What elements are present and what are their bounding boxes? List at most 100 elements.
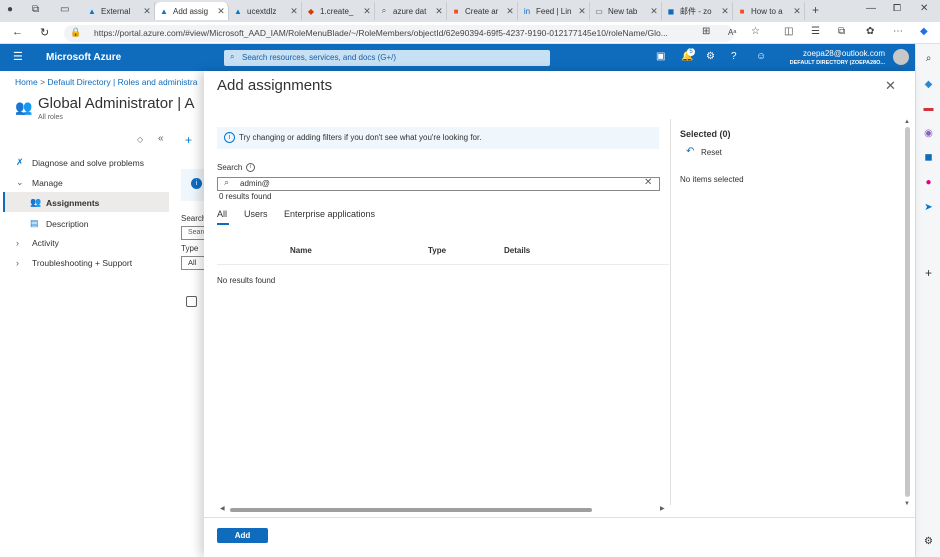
table-header-divider [217, 264, 669, 265]
outlook-icon[interactable]: ◼ [922, 151, 935, 164]
column-type[interactable]: Type [428, 246, 446, 255]
tab-actions-icon[interactable]: ▭ [60, 4, 69, 15]
vertical-scrollbar[interactable]: ▲ ▼ [903, 119, 912, 511]
browser-tab[interactable]: ■ Create ar ✕ [447, 2, 518, 20]
browser-tab[interactable]: in Feed | Lin ✕ [518, 2, 590, 20]
more-icon[interactable]: ⋯ [893, 26, 903, 37]
read-aloud-icon[interactable]: Aᵃ [728, 28, 736, 37]
minimize-icon[interactable]: — [866, 3, 876, 14]
workspaces-icon[interactable]: ⧉ [32, 4, 39, 15]
copilot-app-icon[interactable]: ◉ [922, 127, 935, 140]
url-field[interactable]: https://portal.azure.com/#view/Microsoft… [64, 25, 734, 42]
cloud-shell-icon[interactable]: ▣ [656, 51, 665, 62]
refresh-icon[interactable]: ↻ [40, 26, 49, 39]
nav-manage[interactable]: ⌄ Manage [16, 177, 63, 188]
nav-description[interactable]: ▤ Description [30, 218, 89, 229]
close-window-icon[interactable]: ✕ [920, 3, 928, 14]
close-tab-icon[interactable]: ✕ [142, 6, 152, 17]
avatar[interactable] [893, 49, 909, 65]
close-tab-icon[interactable]: ✕ [505, 6, 515, 17]
close-tab-icon[interactable]: ✕ [792, 6, 802, 17]
column-name[interactable]: Name [290, 246, 312, 255]
extensions-icon[interactable]: ✿ [866, 26, 874, 37]
chevron-right-icon: › [16, 258, 19, 268]
toolbox-icon[interactable]: ▬ [922, 102, 935, 115]
scroll-left-icon[interactable]: ◀ [220, 505, 225, 512]
sidebar-search-icon[interactable]: ⌕ [922, 52, 935, 65]
split-screen-icon[interactable]: ◫ [784, 26, 793, 37]
info-circle-icon[interactable]: i [246, 163, 255, 172]
select-all-checkbox[interactable] [186, 296, 197, 307]
search-label-partial: Search [181, 214, 207, 223]
close-tab-icon[interactable]: ✕ [362, 6, 372, 17]
send-icon[interactable]: ➤ [922, 201, 935, 214]
collapse-icon[interactable]: ◇ [137, 135, 143, 144]
azure-icon: ▲ [88, 6, 96, 16]
portal-menu-icon[interactable]: ☰ [13, 50, 23, 63]
nav-label: Manage [32, 177, 63, 188]
column-details[interactable]: Details [504, 246, 530, 255]
add-plus-icon[interactable]: + [185, 133, 192, 147]
close-icon[interactable]: ✕ [885, 78, 896, 94]
reset-button[interactable]: Reset [701, 148, 722, 157]
breadcrumb-roles[interactable]: Default Directory | Roles and administra [47, 77, 197, 87]
restore-icon[interactable]: ⧠ [893, 3, 901, 14]
tab-all[interactable]: All [217, 209, 227, 219]
browser-tab[interactable]: ◆ 1.create_ ✕ [302, 2, 375, 20]
sidebar-settings-icon[interactable]: ⚙ [922, 535, 935, 548]
browser-tab[interactable]: ■ How to a ✕ [733, 2, 805, 20]
scrollbar-thumb[interactable] [905, 127, 910, 497]
browser-tab[interactable]: ▲ Add assig ✕ [155, 2, 229, 20]
close-tab-icon[interactable]: ✕ [577, 6, 587, 17]
search-input-partial[interactable]: Searc [181, 226, 204, 240]
global-search-input[interactable]: Search resources, services, and docs (G+… [224, 50, 550, 66]
add-app-icon[interactable]: + [922, 267, 935, 280]
close-tab-icon[interactable]: ✕ [720, 6, 730, 17]
breadcrumb: Home > Default Directory | Roles and adm… [15, 77, 198, 87]
azure-brand[interactable]: Microsoft Azure [46, 52, 121, 63]
close-tab-icon[interactable]: ✕ [216, 6, 226, 17]
hscrollbar-thumb[interactable] [230, 508, 592, 512]
browser-tab[interactable]: ◼ 邮件 - zo ✕ [662, 2, 733, 20]
scroll-up-icon[interactable]: ▲ [904, 119, 910, 125]
tag-icon[interactable]: ◆ [922, 78, 935, 91]
scroll-down-icon[interactable]: ▼ [904, 501, 910, 507]
type-filter-partial[interactable]: All [181, 256, 204, 270]
drop-icon[interactable]: ● [922, 176, 935, 189]
back-icon[interactable]: ← [12, 26, 23, 38]
clear-icon[interactable]: ✕ [644, 177, 652, 188]
apps-icon[interactable]: ⊞ [702, 26, 710, 37]
tab-enterprise-applications[interactable]: Enterprise applications [284, 209, 375, 219]
nav-assignments[interactable]: 👥 Assignments [30, 197, 99, 208]
browser-tab[interactable]: ▲ External ✕ [83, 2, 155, 20]
breadcrumb-home[interactable]: Home [15, 77, 38, 87]
feedback-icon[interactable]: ☺ [756, 51, 766, 62]
new-tab-icon[interactable]: + [812, 3, 819, 17]
help-icon[interactable]: ? [731, 51, 737, 62]
scroll-right-icon[interactable]: ▶ [660, 505, 665, 512]
close-tab-icon[interactable]: ✕ [434, 6, 444, 17]
nav-activity[interactable]: › Activity [16, 238, 59, 248]
profile-icon[interactable]: ● [7, 4, 13, 15]
browser-tab[interactable]: ▭ New tab ✕ [590, 2, 662, 20]
favorite-star-icon[interactable]: ☆ [751, 26, 760, 37]
tab-title: ucextdlz [247, 6, 277, 16]
tab-title: How to a [751, 6, 783, 16]
collections-icon[interactable]: ⧉ [838, 26, 845, 37]
nav-diagnose[interactable]: ✗ Diagnose and solve problems [16, 157, 144, 168]
copilot-icon[interactable]: ◆ [920, 26, 928, 37]
add-button[interactable]: Add [217, 528, 268, 543]
tab-users[interactable]: Users [244, 209, 268, 219]
account-email[interactable]: zoepa28@outlook.com [803, 49, 885, 58]
reset-icon[interactable]: ↶ [686, 146, 694, 157]
nav-troubleshooting[interactable]: › Troubleshooting + Support [16, 258, 132, 268]
browser-tab[interactable]: ▲ ucextdlz ✕ [229, 2, 302, 20]
search-input[interactable]: admin@ [217, 177, 660, 191]
settings-icon[interactable]: ⚙ [706, 51, 715, 62]
double-chevron-left-icon[interactable]: « [158, 133, 164, 144]
favorites-icon[interactable]: ☰ [811, 26, 820, 37]
horizontal-scrollbar[interactable]: ◀ ▶ [220, 505, 668, 514]
browser-tab[interactable]: ⌕ azure dat ✕ [375, 2, 447, 20]
close-tab-icon[interactable]: ✕ [649, 6, 659, 17]
close-tab-icon[interactable]: ✕ [289, 6, 299, 17]
